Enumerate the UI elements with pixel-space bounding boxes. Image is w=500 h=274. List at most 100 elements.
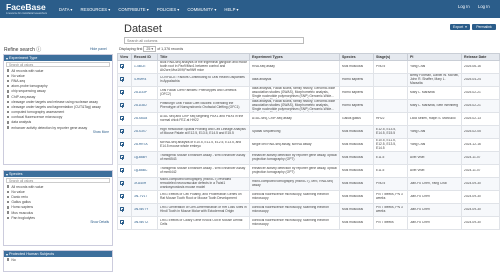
- cell-text[interactable]: 3N-TV17: [134, 195, 155, 199]
- cell-text[interactable]: 2d-D33P: [134, 91, 155, 95]
- view-record-icon[interactable]: [120, 194, 124, 200]
- cell-title: LRIG Effects of Ciliary Gene Knock Out i…: [157, 216, 250, 230]
- checkbox[interactable]: [7, 126, 10, 129]
- menu-resources[interactable]: RESOURCES ▾: [81, 7, 111, 12]
- view-record-icon[interactable]: [120, 64, 124, 70]
- cell-text[interactable]: 2d-S3X7: [134, 130, 155, 134]
- view-record-icon[interactable]: [120, 155, 124, 161]
- page-size-select[interactable]: 25 ▾: [143, 46, 157, 52]
- cell-id[interactable]: 2d-S6G8: [131, 112, 158, 126]
- view-record-icon[interactable]: [120, 220, 124, 226]
- checkbox[interactable]: [7, 69, 10, 72]
- menu-data[interactable]: DATA ▾: [59, 7, 73, 12]
- view-record-icon[interactable]: [120, 90, 124, 96]
- cell-id[interactable]: 1g-8BBC: [131, 164, 158, 178]
- show-more-link[interactable]: Show More: [4, 130, 112, 134]
- col-header-title[interactable]: Title: [157, 53, 250, 61]
- checkbox[interactable]: [7, 84, 10, 88]
- cell-id[interactable]: 3N-TV17: [131, 190, 158, 204]
- checkbox[interactable]: [7, 185, 10, 188]
- hide-panel-link[interactable]: Hide panel: [90, 47, 107, 51]
- menu-community[interactable]: COMMUNITY ▾: [187, 7, 216, 12]
- checkbox[interactable]: [7, 190, 10, 193]
- checkbox[interactable]: [7, 74, 10, 77]
- cell-date: 2024-11-07: [461, 151, 500, 165]
- search-input[interactable]: [127, 38, 287, 43]
- cell-text: Oral Facial Cleft Families: Phenotypes a…: [160, 89, 237, 96]
- cell-text[interactable]: 3r-A40H: [134, 182, 155, 186]
- checkbox[interactable]: [7, 211, 10, 214]
- cell-date: 2024-09-30: [461, 177, 500, 191]
- col-header-stages[interactable]: Stage(s): [373, 53, 408, 61]
- cell-id[interactable]: 3r-A40H: [131, 177, 158, 191]
- cell-pi: Betsy Foxman, Daniel W. McNeil, John R. …: [407, 73, 462, 87]
- view-record-icon[interactable]: [120, 103, 124, 109]
- checkbox[interactable]: [7, 105, 10, 109]
- checkbox[interactable]: [7, 90, 10, 93]
- col-header-release-date[interactable]: Release Date: [461, 53, 500, 61]
- col-header-species[interactable]: Species: [339, 53, 374, 61]
- view-record-icon[interactable]: [120, 116, 124, 122]
- menu-help[interactable]: HELP ▾: [224, 7, 238, 12]
- checkbox[interactable]: [7, 121, 10, 124]
- cell-id[interactable]: 1g-8BBY: [131, 151, 158, 165]
- cell-id[interactable]: 2d-HR7A: [131, 138, 158, 152]
- menu-contribute[interactable]: CONTRIBUTE ▾: [118, 7, 148, 12]
- view-record-icon[interactable]: [120, 142, 124, 148]
- cell-text[interactable]: 1g-8BBC: [134, 169, 155, 173]
- cell-text[interactable]: 1-4BCE: [134, 65, 155, 69]
- checkbox[interactable]: [7, 195, 10, 199]
- permalink-button[interactable]: Permalink: [472, 24, 496, 30]
- cell-species: Homo sapiens: [339, 86, 374, 100]
- col-header-pi[interactable]: PI: [407, 53, 462, 61]
- checkbox[interactable]: [7, 95, 10, 98]
- menu-policies[interactable]: POLICIES ▾: [157, 7, 180, 12]
- view-record-icon[interactable]: [120, 181, 124, 187]
- checkbox[interactable]: [7, 116, 10, 119]
- view-record-icon[interactable]: [120, 207, 124, 213]
- view-record-icon[interactable]: [120, 168, 124, 174]
- view-record-icon[interactable]: [120, 77, 124, 83]
- facet-option[interactable]: cleavage under targets and release using…: [4, 99, 112, 104]
- checkbox[interactable]: [7, 79, 10, 83]
- facebase-logo[interactable]: FaceBase A resource for craniofacial res…: [6, 3, 47, 15]
- cell-text[interactable]: 2d-D38J: [134, 104, 155, 108]
- checkbox[interactable]: [7, 258, 10, 261]
- cell-id[interactable]: 3N-W0TZ: [131, 216, 158, 230]
- cell-id[interactable]: 2d-D38J: [131, 99, 158, 113]
- facet-option[interactable]: No: [4, 257, 112, 262]
- checkbox[interactable]: [7, 216, 10, 219]
- cell-id[interactable]: 2d-D33P: [131, 86, 158, 100]
- sign-up-link[interactable]: Log In: [458, 4, 470, 9]
- facet-header-species[interactable]: ▾ Species: [4, 171, 112, 177]
- cell-text[interactable]: 3N-W0TZ: [134, 221, 155, 225]
- checkbox[interactable]: [7, 110, 10, 114]
- cell-text: Pittsburgh Oral Facial Cleft Studies: Ex…: [160, 102, 240, 109]
- cell-text[interactable]: 1g-8BBY: [134, 156, 155, 160]
- facet-search-input[interactable]: Search all values: [6, 62, 110, 67]
- cell-text[interactable]: 2d-HR7A: [134, 143, 155, 147]
- checkbox[interactable]: [7, 100, 10, 103]
- col-header-record-id[interactable]: Record ID: [131, 53, 158, 61]
- col-header-experiment-types[interactable]: Experiment Types: [249, 53, 340, 61]
- export-button[interactable]: Export ▾: [450, 24, 470, 30]
- cell-text: Yang Chai: [410, 143, 426, 147]
- cell-text: Jian-Fu Chen: [410, 208, 430, 212]
- facet-header-experiment-type[interactable]: ▾ Experiment Type: [4, 55, 112, 61]
- cell-id[interactable]: 4-HMH4: [131, 73, 158, 87]
- facet-option[interactable]: cleavage under targets and tagmentation …: [4, 104, 112, 109]
- cell-text[interactable]: 3N-W0TY: [134, 208, 155, 212]
- cell-id[interactable]: 2d-S3X7: [131, 125, 158, 139]
- checkbox[interactable]: [7, 200, 10, 204]
- cell-id[interactable]: 1-4BCE: [131, 60, 158, 74]
- cell-text[interactable]: 4-HMH4: [134, 78, 155, 82]
- checkbox[interactable]: [7, 206, 10, 209]
- log-in-link[interactable]: Log In: [478, 4, 490, 9]
- cell-text: ATAC seq and ChIP seq targeting PBX1 and…: [160, 115, 244, 122]
- cell-id[interactable]: 3N-W0TY: [131, 203, 158, 217]
- cell-text[interactable]: 2d-S6G8: [134, 117, 155, 121]
- show-details-link[interactable]: Show Details: [4, 220, 112, 224]
- col-header-view[interactable]: View: [117, 53, 132, 61]
- facet-search-input[interactable]: Search all values: [6, 178, 110, 183]
- view-record-icon[interactable]: [120, 129, 124, 135]
